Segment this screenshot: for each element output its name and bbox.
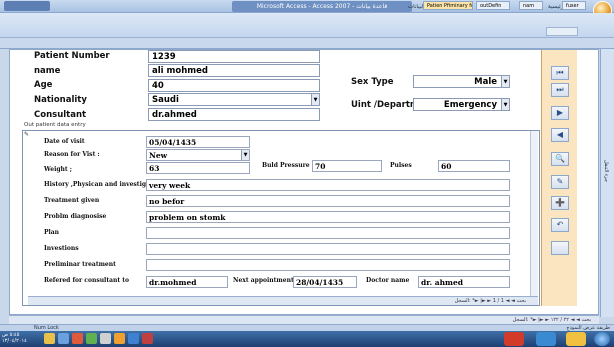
problem-diagnosis-label: Problm diagnosise (44, 213, 107, 220)
tray-icon[interactable] (72, 333, 83, 344)
extra-command-button[interactable] (551, 241, 569, 255)
add-record-button[interactable]: ➕ (551, 196, 569, 210)
edit-record-button[interactable]: ✎ (551, 175, 569, 189)
navigation-pane-label: جزء التنقل (603, 160, 609, 183)
undo-record-button[interactable]: ↶ (551, 218, 569, 232)
nationality-label: Nationality (34, 95, 87, 105)
history-field[interactable]: very week (146, 179, 510, 191)
reason-for-visit-label: Reason for Vist : (44, 151, 100, 158)
preliminary-treatment-label: Preliminar treatment (44, 261, 116, 268)
tray-icon[interactable] (86, 333, 97, 344)
treatment-given-field[interactable]: no befor (146, 195, 510, 207)
blood-pressure-label: Buld Pressure (262, 162, 310, 169)
previous-record-button[interactable]: ◀ (551, 128, 569, 142)
name-label: name (34, 66, 61, 76)
last-record-button[interactable]: ⏭ (551, 83, 569, 97)
name-field[interactable]: ali mohmed (148, 64, 320, 77)
referred-to-label: Refered for consultant to (44, 277, 129, 284)
ribbon (0, 13, 614, 38)
chevron-down-icon[interactable]: ▼ (241, 150, 249, 160)
tray-icon[interactable] (100, 333, 111, 344)
investigations-field[interactable] (146, 243, 510, 255)
unit-department-value: Emergency (443, 100, 497, 110)
record-selector-icon[interactable]: ✎ (24, 131, 29, 138)
next-appointment-label: Next appointmentt (233, 277, 297, 284)
nationality-combo[interactable]: Saudi ▼ (148, 93, 320, 106)
tray-icon[interactable] (114, 333, 125, 344)
date-of-visit-field[interactable]: 05/04/1435 (146, 136, 250, 148)
tray-icon[interactable] (58, 333, 69, 344)
subform-caption: Out patient data entry (24, 122, 86, 128)
pulses-label: Pulses (390, 162, 412, 169)
tab-fuser[interactable]: fuser (562, 1, 586, 10)
document-tabs (0, 38, 614, 49)
tray-icon[interactable] (142, 333, 153, 344)
consultant-field[interactable]: dr.ahmed (148, 108, 320, 121)
record-nav-text: بحث ◄ ◄ ٢٢ / ١٢٢ ► ►| ►* :السجل (512, 317, 591, 323)
record-navigator[interactable]: بحث ◄ ◄ ٢٢ / ١٢٢ ► ►| ►* :السجل (9, 315, 599, 324)
subform-record-nav-text: بحث ◄ ◄ 1 / 1 ► ►| ►* :السجل (454, 298, 526, 304)
next-appointment-field[interactable]: 28/04/1435 (293, 276, 357, 288)
age-field[interactable]: 40 (148, 79, 320, 92)
investigations-label: Investions (44, 245, 79, 252)
tray-icon[interactable] (44, 333, 55, 344)
next-record-button[interactable]: ▶ (551, 106, 569, 120)
doctor-name-field[interactable]: dr. ahmed (418, 276, 510, 288)
weight-field[interactable]: 63 (146, 162, 250, 174)
chevron-down-icon[interactable]: ▼ (501, 99, 509, 110)
window-title: Microsoft Access - Access 2007 - ‏قاعدة … (232, 1, 412, 12)
subform-record-navigator[interactable]: بحث ◄ ◄ 1 / 1 ► ►| ►* :السجل (28, 296, 538, 305)
reason-for-visit-combo[interactable]: New ▼ (146, 149, 250, 161)
consultant-label: Consultant (34, 110, 87, 120)
find-record-button[interactable]: 🔍 (551, 152, 569, 166)
age-label: Age (34, 80, 53, 90)
treatment-given-label: Treatment given (44, 197, 100, 204)
quick-access-toolbar[interactable] (546, 27, 578, 36)
sex-type-value: Male (474, 77, 497, 87)
sex-type-combo[interactable]: Male ▼ (413, 75, 510, 88)
pulses-field[interactable]: 60 (438, 160, 510, 172)
doctor-name-label: Doctor name (366, 277, 410, 284)
subform-scrollbar[interactable] (530, 131, 538, 297)
weight-label: Weight ; (44, 166, 72, 173)
patient-number-label: Patient Number (34, 51, 110, 61)
plan-label: Plan (44, 229, 60, 236)
folder-taskbar-icon[interactable] (566, 332, 586, 346)
window-controls[interactable] (4, 1, 50, 11)
status-bar: Num Lock طريقة عرض النموذج (0, 324, 614, 331)
taskbar-clock[interactable]: ٥:٤٥ ص ١٣/٠٤/٢٠١٤ (2, 332, 27, 344)
nationality-value: Saudi (152, 95, 179, 105)
tab-nam[interactable]: nam (519, 1, 543, 10)
navigation-pane[interactable] (600, 49, 614, 317)
plan-field[interactable] (146, 227, 510, 239)
start-button-icon[interactable] (594, 332, 610, 346)
blood-pressure-field[interactable]: 70 (312, 160, 382, 172)
chevron-down-icon[interactable]: ▼ (311, 94, 319, 105)
access-taskbar-icon[interactable] (504, 332, 524, 346)
tab-outdefin[interactable]: outDefin (476, 1, 510, 10)
tab-patient-form[interactable]: Patien Pfiminary form (423, 1, 473, 10)
explorer-taskbar-icon[interactable] (536, 332, 556, 346)
first-record-button[interactable]: ⏮ (551, 66, 569, 80)
preliminary-treatment-field[interactable] (146, 259, 510, 271)
unit-department-combo[interactable]: Emergency ▼ (413, 98, 510, 111)
sex-type-label: Sex Type (351, 77, 394, 87)
patient-number-field[interactable]: 1239 (148, 50, 320, 63)
referred-to-field[interactable]: dr.mohmed (146, 276, 228, 288)
tray-icon[interactable] (128, 333, 139, 344)
clock-date: ١٣/٠٤/٢٠١٤ (2, 338, 27, 344)
date-of-visit-label: Date of visit (44, 138, 85, 145)
chevron-down-icon[interactable]: ▼ (501, 76, 509, 87)
unit-department-label: Uint /Departn (351, 100, 416, 110)
reason-for-visit-value: New (149, 151, 168, 160)
problem-diagnosis-field[interactable]: problem on stomk (146, 211, 510, 223)
